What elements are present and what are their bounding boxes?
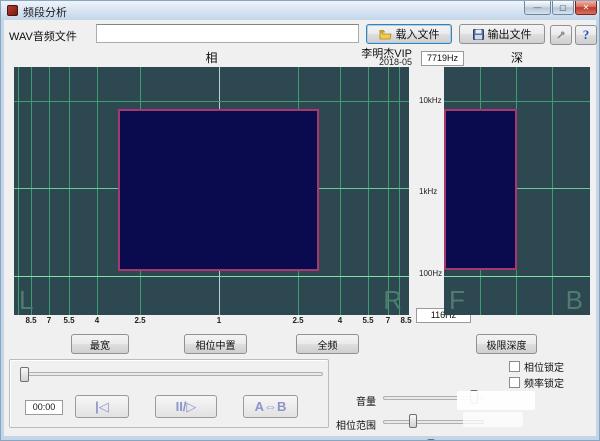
wrench-icon xyxy=(557,29,565,41)
corner-label-front: F xyxy=(449,287,465,313)
gridline-horizontal xyxy=(14,101,409,102)
gridline-vertical xyxy=(31,67,32,315)
x-tick-label: 7 xyxy=(386,316,390,325)
gridline-vertical xyxy=(49,67,50,315)
load-file-button[interactable]: 载入文件 xyxy=(366,24,452,44)
right-panel-title: 深 xyxy=(444,49,590,66)
gridline-vertical xyxy=(69,67,70,315)
slider-thumb-2[interactable] xyxy=(409,414,417,428)
frequency-axis-label: 10kHz xyxy=(419,96,442,105)
client-area: WAV音频文件 载入文件 输出文件 ? 相 xyxy=(4,20,596,436)
export-file-button[interactable]: 输出文件 xyxy=(459,24,545,44)
corner-label-back: B xyxy=(566,287,583,313)
window-title: 频段分析 xyxy=(23,4,67,20)
maximize-button[interactable]: ▢ xyxy=(552,1,574,15)
gridline-horizontal xyxy=(14,276,409,277)
x-tick-label: 7 xyxy=(47,316,51,325)
help-question-icon: ? xyxy=(583,27,590,43)
gridline-vertical xyxy=(399,67,400,315)
preset-button-3[interactable]: 全频 xyxy=(296,334,359,354)
close-button[interactable]: ✕ xyxy=(575,1,597,15)
watermark-date: 2018-05 xyxy=(353,57,412,67)
x-tick-label: 8.5 xyxy=(400,316,411,325)
save-disk-icon xyxy=(473,29,484,40)
slider-label: 音量 xyxy=(316,393,376,408)
settings-button[interactable] xyxy=(550,25,572,45)
minimize-button[interactable]: — xyxy=(524,1,551,15)
gridline-vertical xyxy=(368,67,369,315)
app-icon xyxy=(7,5,18,16)
file-label: WAV音频文件 xyxy=(9,28,77,44)
gridline-vertical xyxy=(388,67,389,315)
corner-label-right: R xyxy=(383,287,402,313)
phase-display-panel[interactable]: LR xyxy=(14,67,409,315)
seek-slider-track[interactable] xyxy=(20,372,323,376)
checkbox-label: 相位锁定 xyxy=(524,359,564,374)
spectral-region-box xyxy=(118,109,319,271)
title-bar[interactable]: 频段分析 — ▢ ✕ xyxy=(1,1,599,20)
slider-label: 相位范围 xyxy=(316,417,376,432)
x-tick-label: 4 xyxy=(338,316,342,325)
preset-button-2[interactable]: 相位中置 xyxy=(184,334,247,354)
ab-loop-button[interactable]: A⇔B xyxy=(243,395,298,418)
preset-button-4[interactable]: 极限深度 xyxy=(476,334,537,354)
x-tick-label: 5.5 xyxy=(362,316,373,325)
x-tick-label: 8.5 xyxy=(25,316,36,325)
checkbox-1[interactable]: 相位锁定 xyxy=(509,359,564,374)
left-panel-title: 相 xyxy=(14,49,409,66)
frequency-readout-top: 7719Hz xyxy=(421,51,464,66)
seek-slider-thumb[interactable] xyxy=(20,367,29,382)
help-button[interactable]: ? xyxy=(575,25,597,45)
gridline-vertical xyxy=(340,67,341,315)
player-groupbox: 00:00 |◁ II/▷ A⇔B xyxy=(9,359,329,428)
frequency-axis-label: 1kHz xyxy=(419,187,437,196)
app-window: 频段分析 — ▢ ✕ WAV音频文件 载入文件 输出文件 xyxy=(0,0,600,441)
gridline-horizontal xyxy=(444,276,590,277)
checkbox-2[interactable]: 频率锁定 xyxy=(509,375,564,390)
checkbox-box xyxy=(509,377,520,388)
export-file-label: 输出文件 xyxy=(488,26,532,42)
depth-display-panel[interactable]: FB xyxy=(444,67,590,315)
load-file-label: 载入文件 xyxy=(396,26,440,42)
preset-button-1[interactable]: 最宽 xyxy=(71,334,129,354)
gridline-vertical xyxy=(97,67,98,315)
time-display: 00:00 xyxy=(25,400,63,415)
wav-file-input[interactable] xyxy=(96,24,359,43)
frequency-axis-label: 100Hz xyxy=(419,269,442,278)
gridline-vertical xyxy=(18,67,19,315)
x-tick-label: 2.5 xyxy=(134,316,145,325)
folder-open-icon xyxy=(379,29,392,40)
checkbox-label: 频率锁定 xyxy=(524,375,564,390)
checkbox-box xyxy=(509,361,520,372)
skip-start-button[interactable]: |◁ xyxy=(75,395,129,418)
x-tick-label: 2.5 xyxy=(292,316,303,325)
white-overlay xyxy=(457,391,535,410)
x-tick-label: 1 xyxy=(217,316,221,325)
x-tick-label: 4 xyxy=(95,316,99,325)
spectral-region-box xyxy=(444,109,517,270)
x-tick-label: 5.5 xyxy=(63,316,74,325)
corner-label-left: L xyxy=(19,287,33,313)
gridline-vertical xyxy=(552,67,553,315)
white-overlay xyxy=(463,412,523,427)
gridline-horizontal xyxy=(444,101,590,102)
play-pause-button[interactable]: II/▷ xyxy=(155,395,217,418)
